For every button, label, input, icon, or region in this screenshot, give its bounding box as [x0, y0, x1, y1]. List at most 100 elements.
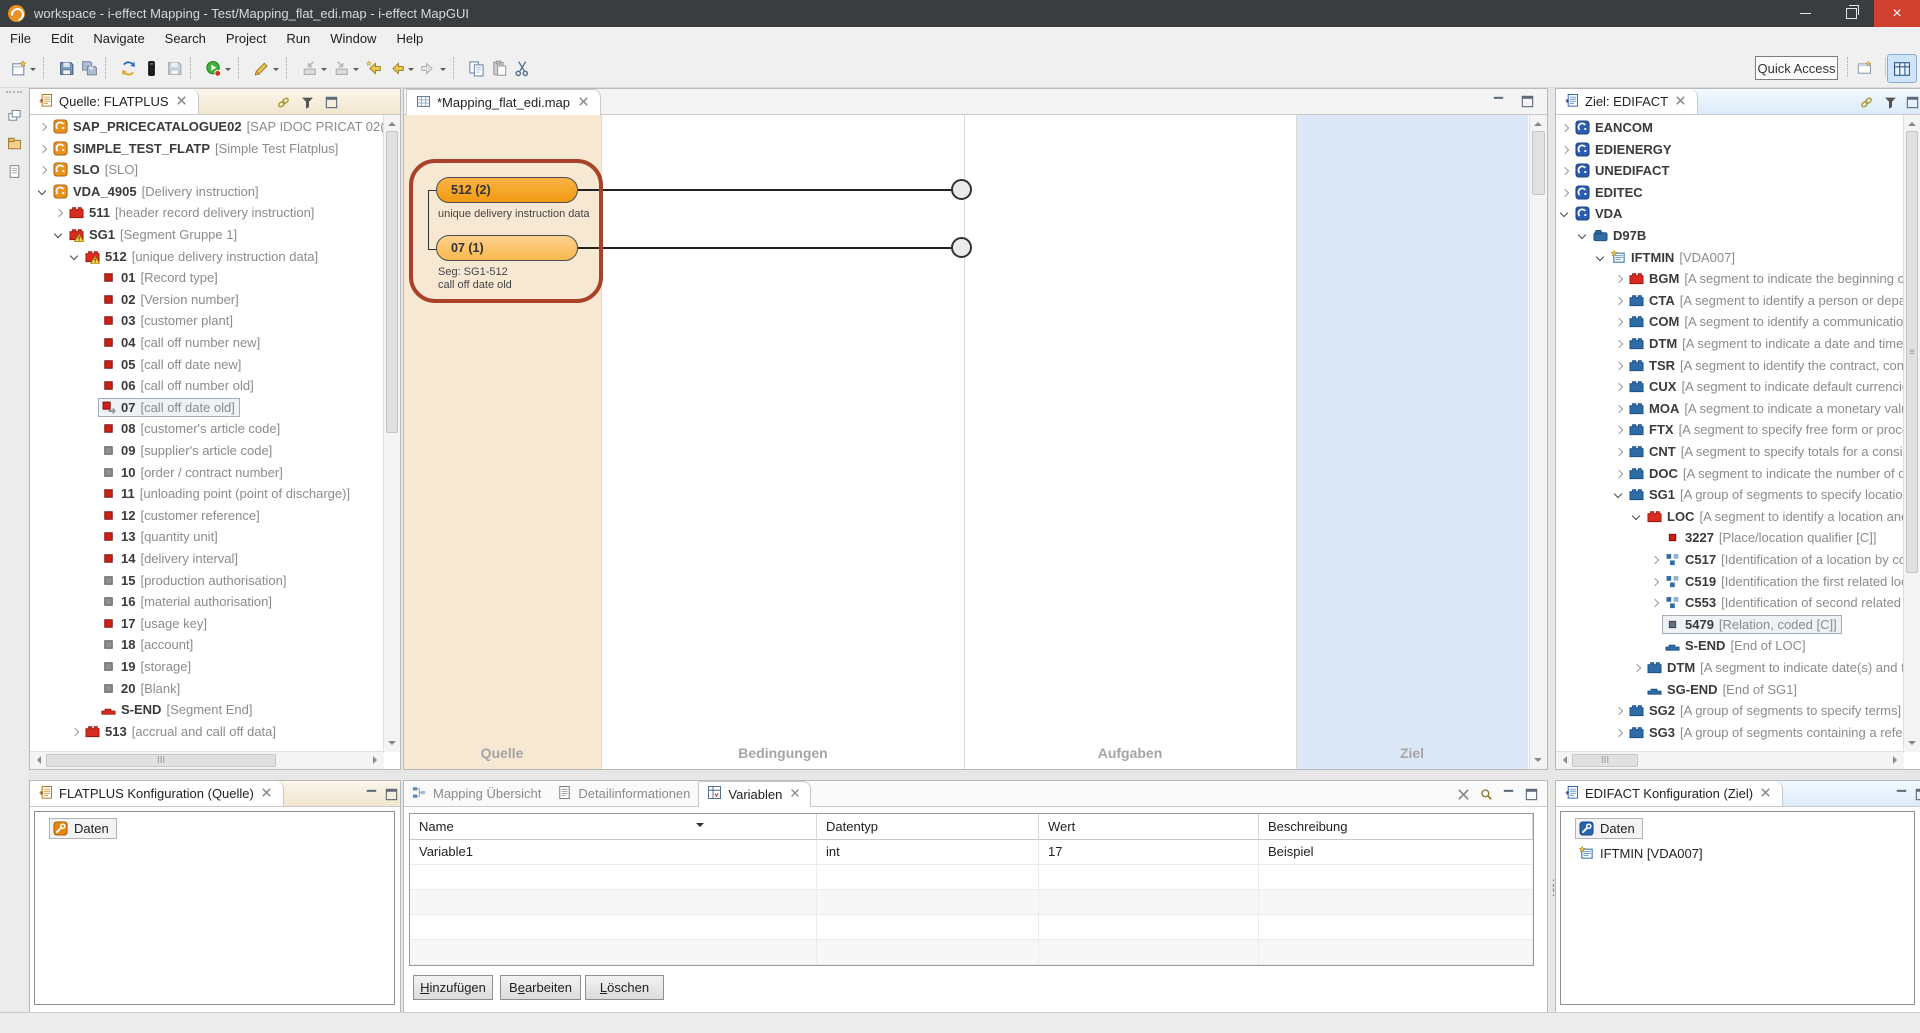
tree-item-18[interactable]: 18[account]: [30, 635, 384, 656]
expand-icon[interactable]: [1630, 662, 1643, 675]
tree-item-TSR[interactable]: TSR[A segment to identify the contract, …: [1556, 356, 1904, 377]
table-row-empty[interactable]: [410, 940, 1533, 965]
close-icon[interactable]: [1453, 785, 1473, 803]
collapse-icon[interactable]: [1630, 511, 1643, 524]
tree-item-DTM[interactable]: DTM[A segment to indicate a date and tim…: [1556, 334, 1904, 355]
open-perspective-button[interactable]: [1852, 56, 1876, 80]
menu-search[interactable]: Search: [155, 28, 216, 49]
table-row-empty[interactable]: [410, 915, 1533, 940]
collapse-icon[interactable]: [52, 229, 65, 242]
close-icon[interactable]: [174, 93, 189, 111]
run-button[interactable]: [203, 56, 233, 80]
paste-button[interactable]: [489, 56, 510, 80]
dropdown-arrow-icon[interactable]: [273, 68, 279, 74]
tree-item-SG-END[interactable]: SG-END[End of SG1]: [1556, 680, 1904, 701]
tree-item-CUX[interactable]: CUX[A segment to indicate default curren…: [1556, 377, 1904, 398]
tree-item-SG1[interactable]: SG1[Segment Gruppe 1]: [30, 225, 384, 246]
tab-flatplus-konfiguration[interactable]: FLATPLUS Konfiguration (Quelle): [30, 781, 284, 806]
expand-icon[interactable]: [1612, 381, 1625, 394]
tree-item-19[interactable]: 19[storage]: [30, 657, 384, 678]
maximize-view-icon[interactable]: [321, 93, 341, 111]
restore-view-icon[interactable]: [3, 104, 25, 126]
maximize-view-icon[interactable]: [381, 785, 401, 803]
dropdown-arrow-icon[interactable]: [30, 68, 36, 74]
expand-icon[interactable]: [36, 143, 49, 156]
collapse-icon[interactable]: [36, 186, 49, 199]
tree-item-IFTMIN[interactable]: IFTMIN[VDA007]: [1556, 248, 1904, 269]
tab-variablen[interactable]: Variablen: [698, 781, 811, 807]
expand-icon[interactable]: [1612, 273, 1625, 286]
window-minimize-button[interactable]: [1782, 0, 1828, 27]
collapse-icon[interactable]: [68, 251, 81, 264]
maximize-view-icon[interactable]: [1521, 785, 1541, 803]
expand-icon[interactable]: [1558, 165, 1571, 178]
expand-icon[interactable]: [1612, 705, 1625, 718]
tree-item-17[interactable]: 17[usage key]: [30, 614, 384, 635]
vertical-scrollbar[interactable]: ≡: [1903, 115, 1920, 752]
device-button[interactable]: [141, 56, 162, 80]
tab-mapping-übersicht[interactable]: Mapping Übersicht: [404, 781, 549, 806]
refresh-button[interactable]: [118, 56, 139, 80]
tree-item-01[interactable]: 01[Record type]: [30, 268, 384, 289]
link-editor-icon[interactable]: [1856, 93, 1876, 111]
cut-button[interactable]: [512, 56, 533, 80]
edit-button[interactable]: Bearbeiten: [500, 975, 581, 1000]
expand-icon[interactable]: [1648, 597, 1661, 610]
vertical-scrollbar[interactable]: [383, 115, 400, 752]
tree-item-513[interactable]: 513[accrual and call off data]: [30, 722, 384, 743]
tab-edifact-konfiguration[interactable]: EDIFACT Konfiguration (Ziel): [1556, 781, 1783, 806]
vertical-scrollbar[interactable]: [1529, 115, 1547, 769]
expand-icon[interactable]: [1558, 122, 1571, 135]
tree-item-14[interactable]: 14[delivery interval]: [30, 549, 384, 570]
mapping-node-512[interactable]: 512 (2): [436, 177, 578, 203]
import-button[interactable]: [299, 56, 329, 80]
dropdown-arrow-icon[interactable]: [440, 68, 446, 74]
expand-icon[interactable]: [1558, 144, 1571, 157]
expand-icon[interactable]: [1612, 403, 1625, 416]
tree-item-MOA[interactable]: MOA[A segment to indicate a monetary val…: [1556, 399, 1904, 420]
mapping-canvas[interactable]: QuelleBedingungenAufgabenZiel 512 (2) un…: [404, 115, 1530, 769]
tree-item-EANCOM[interactable]: EANCOM: [1556, 118, 1904, 139]
column-header-beschreibung[interactable]: Beschreibung: [1259, 814, 1533, 840]
mapping-endpoint-07[interactable]: [951, 237, 972, 258]
tree-item-C517[interactable]: C517[Identification of a location by cod…: [1556, 550, 1904, 571]
tab-quelle-flatplus[interactable]: Quelle: FLATPLUS: [30, 89, 199, 114]
tree-item-C553[interactable]: C553[Identification of second related lo…: [1556, 593, 1904, 614]
expand-icon[interactable]: [1648, 554, 1661, 567]
window-close-button[interactable]: ×: [1874, 0, 1920, 27]
tree-item-SLO[interactable]: SLO[SLO]: [30, 160, 384, 181]
horizontal-scrollbar[interactable]: III: [1556, 751, 1904, 769]
tree-item-02[interactable]: 02[Version number]: [30, 290, 384, 311]
export-button[interactable]: [331, 56, 361, 80]
config-item-iftmin-vda007-[interactable]: IFTMIN [VDA007]: [1575, 843, 1711, 864]
filter-icon[interactable]: [1880, 93, 1900, 111]
mapgui-perspective-button[interactable]: [1887, 54, 1917, 83]
delete-button[interactable]: Löschen: [585, 975, 664, 1000]
tree-item-DTM[interactable]: DTM[A segment to indicate date(s) and ti…: [1556, 658, 1904, 679]
collapse-icon[interactable]: [1558, 208, 1571, 221]
filter-icon[interactable]: [297, 93, 317, 111]
link-editor-icon[interactable]: [273, 93, 293, 111]
column-header-datentyp[interactable]: Datentyp: [817, 814, 1039, 840]
save-button[interactable]: [56, 56, 77, 80]
quick-access-button[interactable]: Quick Access: [1755, 56, 1838, 80]
tree-item-05[interactable]: 05[call off date new]: [30, 355, 384, 376]
expand-icon[interactable]: [1612, 338, 1625, 351]
tree-item-EDIENERGY[interactable]: EDIENERGY: [1556, 140, 1904, 161]
tree-item-5479[interactable]: 5479[Relation, coded [C]]: [1556, 615, 1904, 636]
expand-icon[interactable]: [1612, 446, 1625, 459]
window-restore-button[interactable]: [1828, 0, 1874, 27]
tree-item-3227[interactable]: 3227[Place/location qualifier [C]]: [1556, 528, 1904, 549]
tree-item-C519[interactable]: C519[Identification the first related lo…: [1556, 572, 1904, 593]
maximize-view-icon[interactable]: [1517, 92, 1537, 110]
column-header-wert[interactable]: Wert: [1039, 814, 1259, 840]
close-icon[interactable]: [1673, 93, 1688, 111]
tree-item-CNT[interactable]: CNT[A segment to specify totals for a co…: [1556, 442, 1904, 463]
dropdown-arrow-icon[interactable]: [353, 68, 359, 74]
magnifier-icon[interactable]: [1476, 785, 1496, 803]
table-row-empty[interactable]: [410, 890, 1533, 915]
expand-icon[interactable]: [1612, 727, 1625, 740]
tree-item-SIMPLE_TEST_FLATP[interactable]: SIMPLE_TEST_FLATP[Simple Test Flatplus]: [30, 139, 384, 160]
tree-item-SG1[interactable]: SG1[A group of segments to specify locat…: [1556, 485, 1904, 506]
tree-item-VDA_4905[interactable]: VDA_4905[Delivery instruction]: [30, 182, 384, 203]
